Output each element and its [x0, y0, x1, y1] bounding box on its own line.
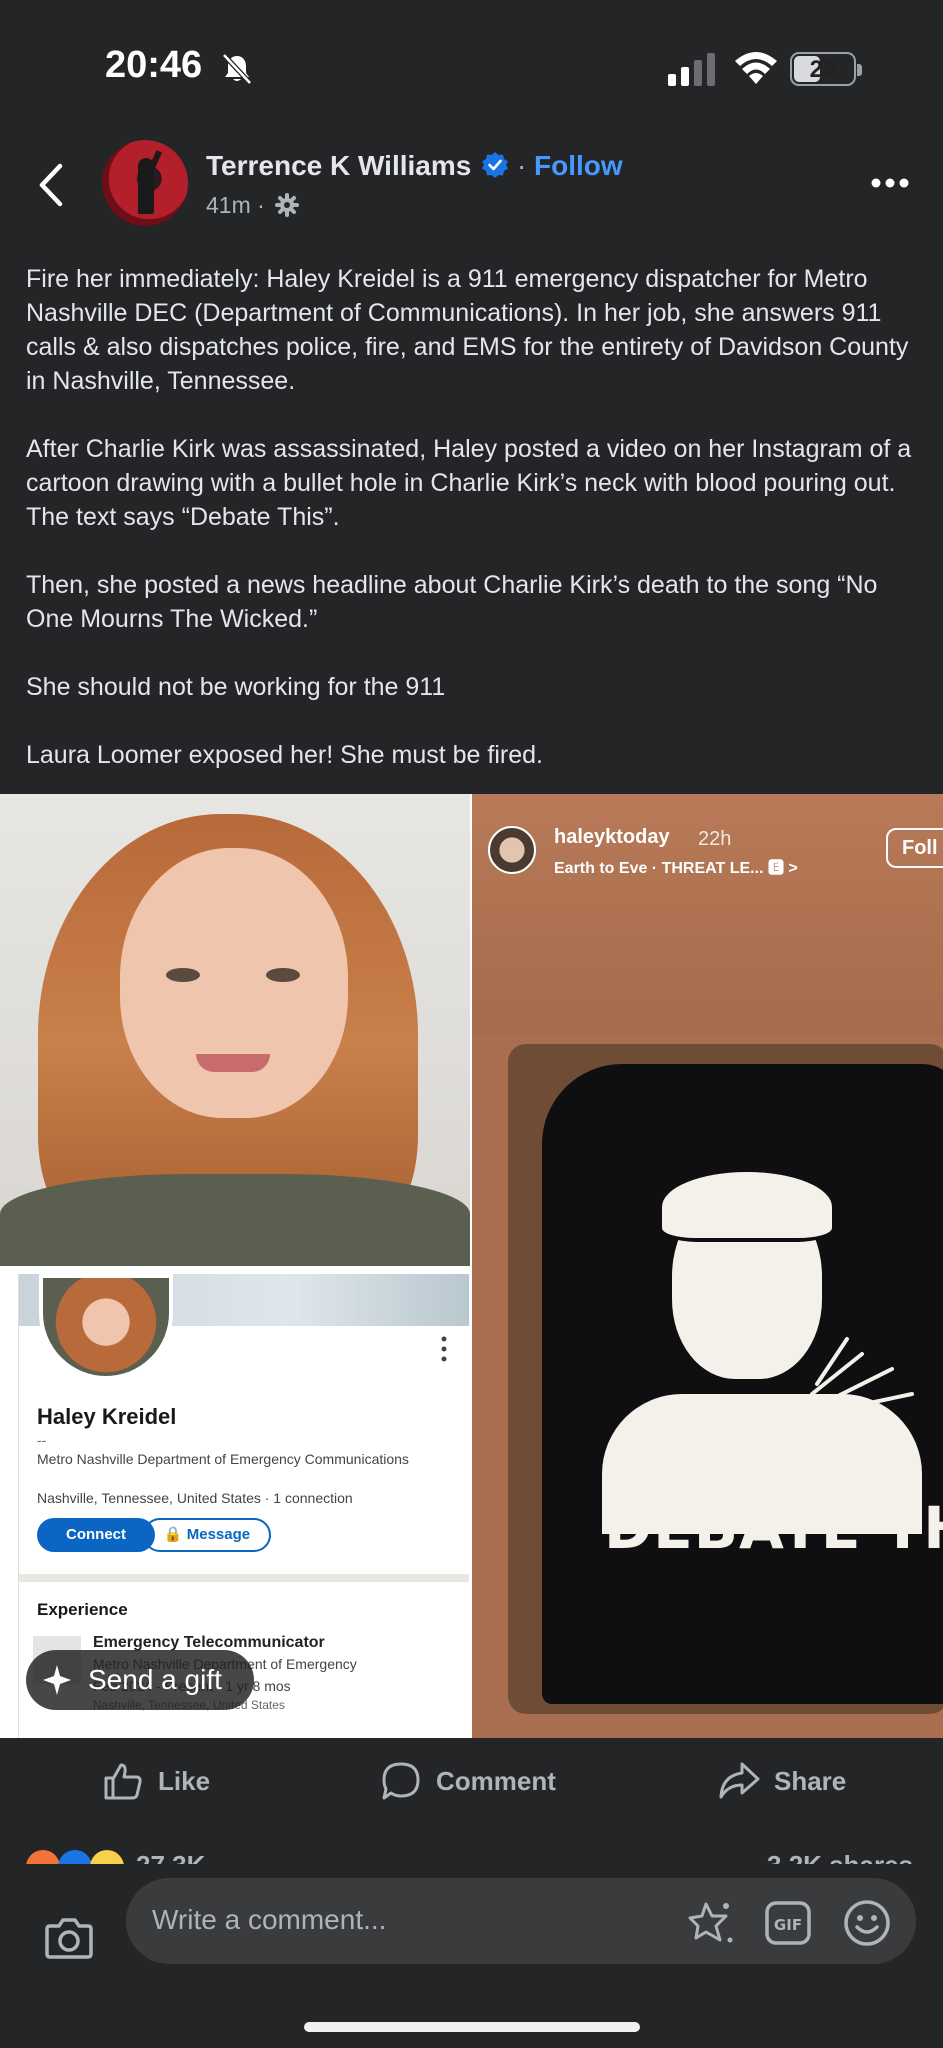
like-label: Like [158, 1766, 211, 1796]
header-separator: · [517, 150, 527, 181]
comment-button[interactable]: Comment [380, 1758, 570, 1806]
story-username: haleyktoday [554, 826, 670, 848]
comment-composer: GIF [0, 1864, 943, 2048]
share-label: Share [774, 1766, 847, 1796]
comment-label: Comment [436, 1766, 556, 1796]
linkedin-location: Nashville, Tennessee, United States · 1 … [37, 1490, 353, 1506]
verified-badge-icon [482, 152, 508, 178]
more-options-icon[interactable] [868, 170, 912, 196]
author-avatar[interactable] [102, 140, 188, 226]
send-gift-label: Send a gift [88, 1664, 222, 1695]
comment-box[interactable]: GIF [126, 1878, 916, 1964]
linkedin-name: Haley Kreidel [37, 1404, 177, 1429]
avatar-sticker-icon[interactable] [686, 1898, 736, 1948]
reaction-love-icon [26, 1850, 60, 1864]
share-arrow-icon [719, 1762, 760, 1799]
back-icon[interactable] [36, 162, 66, 208]
camera-icon[interactable] [44, 1916, 94, 1960]
post-paragraph: Laura Loomer exposed her! She must be fi… [26, 741, 543, 769]
reaction-sad-icon [90, 1850, 124, 1864]
reaction-like-icon [58, 1850, 92, 1864]
tshirt-text: DEBATE THI [604, 1494, 943, 1562]
story-age: 22h [698, 828, 732, 850]
bell-off-icon [222, 53, 252, 85]
status-time: 20:46 [105, 44, 203, 86]
story-music: Earth to Eve · THREAT LE... 🅴 > [554, 860, 798, 877]
linkedin-organization: Metro Nashville Department of Emergency … [37, 1451, 409, 1467]
linkedin-message-button: 🔒 Message [143, 1518, 271, 1552]
share-count: 3.2K shares [767, 1850, 913, 1864]
post-paragraph: Then, she posted a news headline about C… [26, 571, 878, 633]
linkedin-headline: -- [37, 1432, 47, 1448]
linkedin-message-label: Message [186, 1526, 251, 1543]
reactions-summary[interactable]: 27.3K 3.2K shares [0, 1850, 943, 1864]
portrait-photo[interactable] [0, 794, 470, 1266]
post-actions: Like Comment Share [0, 1740, 943, 1824]
author-name[interactable]: Terrence K Williams [206, 150, 471, 182]
home-indicator [304, 2022, 640, 2032]
svg-text:GIF: GIF [774, 1916, 802, 1934]
signal-icon [668, 53, 715, 86]
story-avatar [488, 826, 536, 874]
sparkle-icon [43, 1665, 71, 1695]
instagram-story-screenshot[interactable]: haleyktoday 22h Earth to Eve · THREAT LE… [472, 794, 943, 1738]
story-follow-button: Foll [886, 828, 943, 868]
comment-bubble-icon [382, 1762, 420, 1800]
splash-graphic [810, 1337, 914, 1414]
battery-level: 22 [809, 56, 837, 83]
reaction-count: 27.3K [136, 1850, 205, 1864]
status-bar: 20:46 22 [0, 0, 943, 130]
linkedin-menu-icon [441, 1336, 447, 1362]
wifi-icon [735, 52, 777, 84]
post-timestamp: 41m · [206, 192, 265, 218]
post-media[interactable]: Haley Kreidel -- Metro Nashville Departm… [0, 794, 943, 1738]
follow-button[interactable]: Follow [534, 150, 623, 182]
emoji-icon[interactable] [842, 1898, 892, 1948]
battery-indicator: 22 [790, 52, 862, 86]
privacy-gear-icon [275, 193, 299, 217]
linkedin-avatar [39, 1274, 173, 1380]
post-body: Fire her immediately: Haley Kreidel is a… [26, 262, 926, 806]
like-button[interactable]: Like [102, 1758, 242, 1806]
linkedin-connect-button: Connect [37, 1518, 155, 1552]
post-paragraph: Fire her immediately: Haley Kreidel is a… [26, 265, 909, 395]
thumbs-up-icon [104, 1763, 142, 1800]
linkedin-experience-heading: Experience [37, 1600, 128, 1619]
send-gift-button[interactable]: Send a gift [26, 1650, 254, 1710]
comment-input[interactable] [152, 1904, 652, 1936]
post-paragraph: After Charlie Kirk was assassinated, Hal… [26, 435, 912, 531]
post-paragraph: She should not be working for the 911 [26, 673, 446, 701]
gif-icon[interactable]: GIF [764, 1900, 812, 1946]
share-button[interactable]: Share [718, 1758, 878, 1806]
